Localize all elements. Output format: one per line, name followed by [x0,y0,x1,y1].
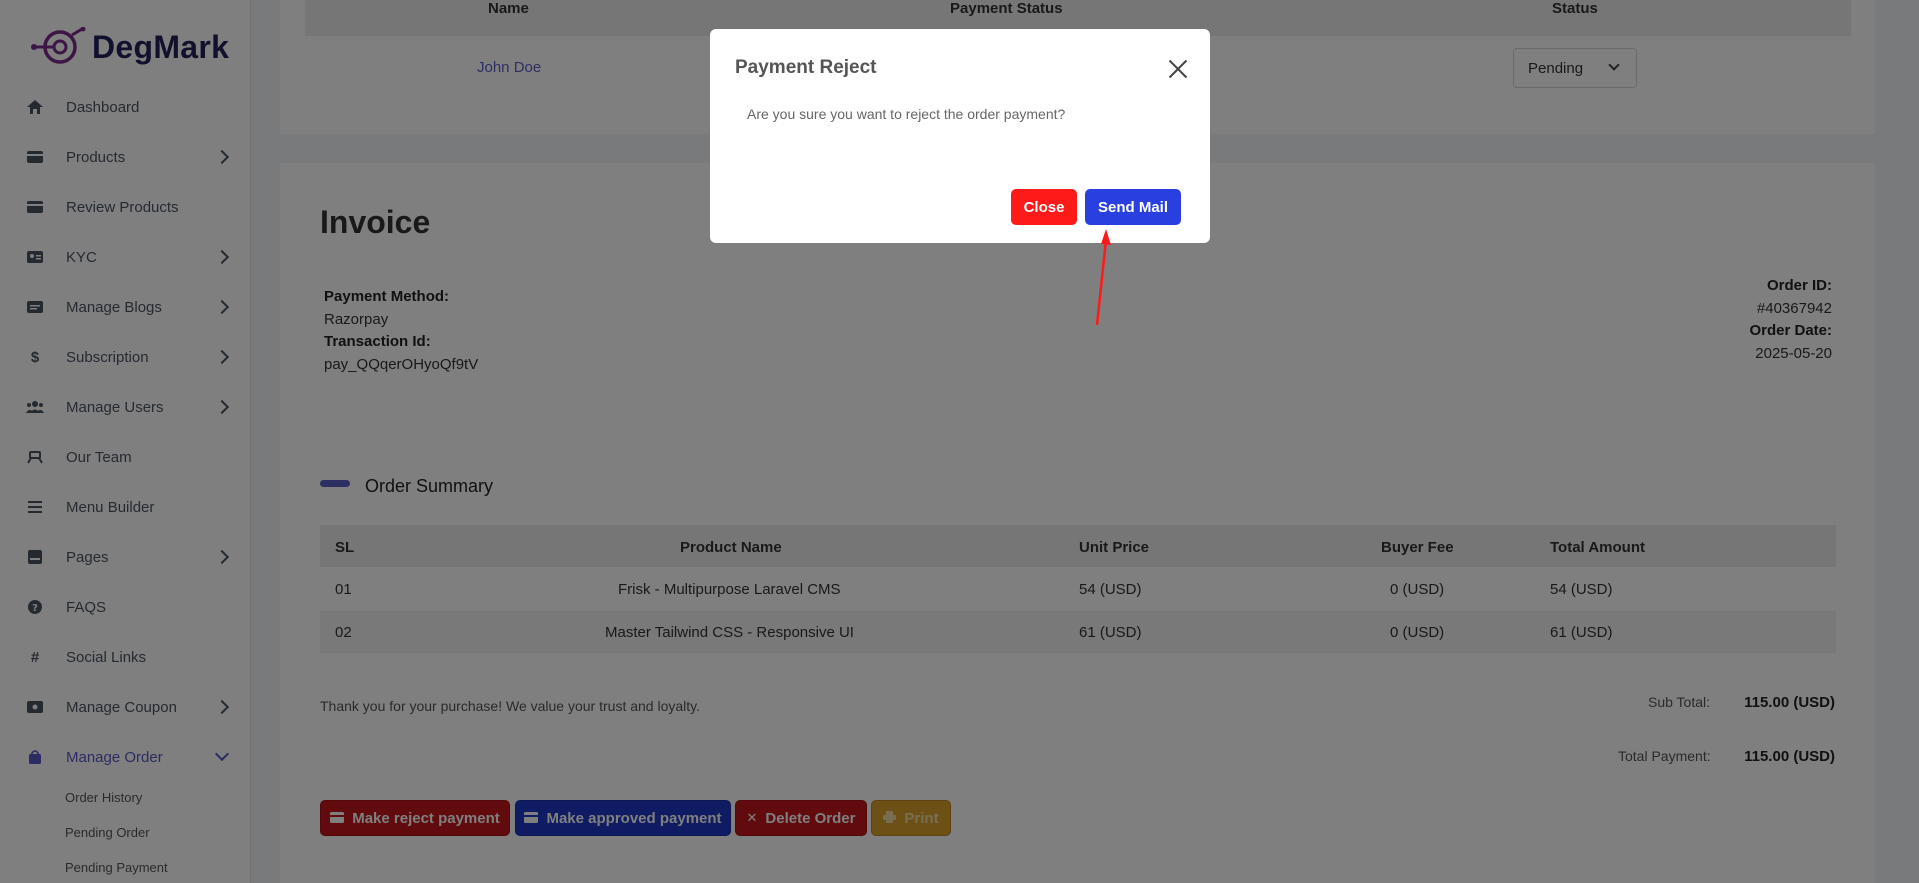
close-icon[interactable] [1168,59,1188,79]
modal-message: Are you sure you want to reject the orde… [747,106,1066,122]
close-button[interactable]: Close [1011,189,1077,225]
payment-reject-modal: Payment Reject Are you sure you want to … [710,29,1210,243]
modal-title: Payment Reject [735,57,877,78]
send-mail-button[interactable]: Send Mail [1085,189,1181,225]
